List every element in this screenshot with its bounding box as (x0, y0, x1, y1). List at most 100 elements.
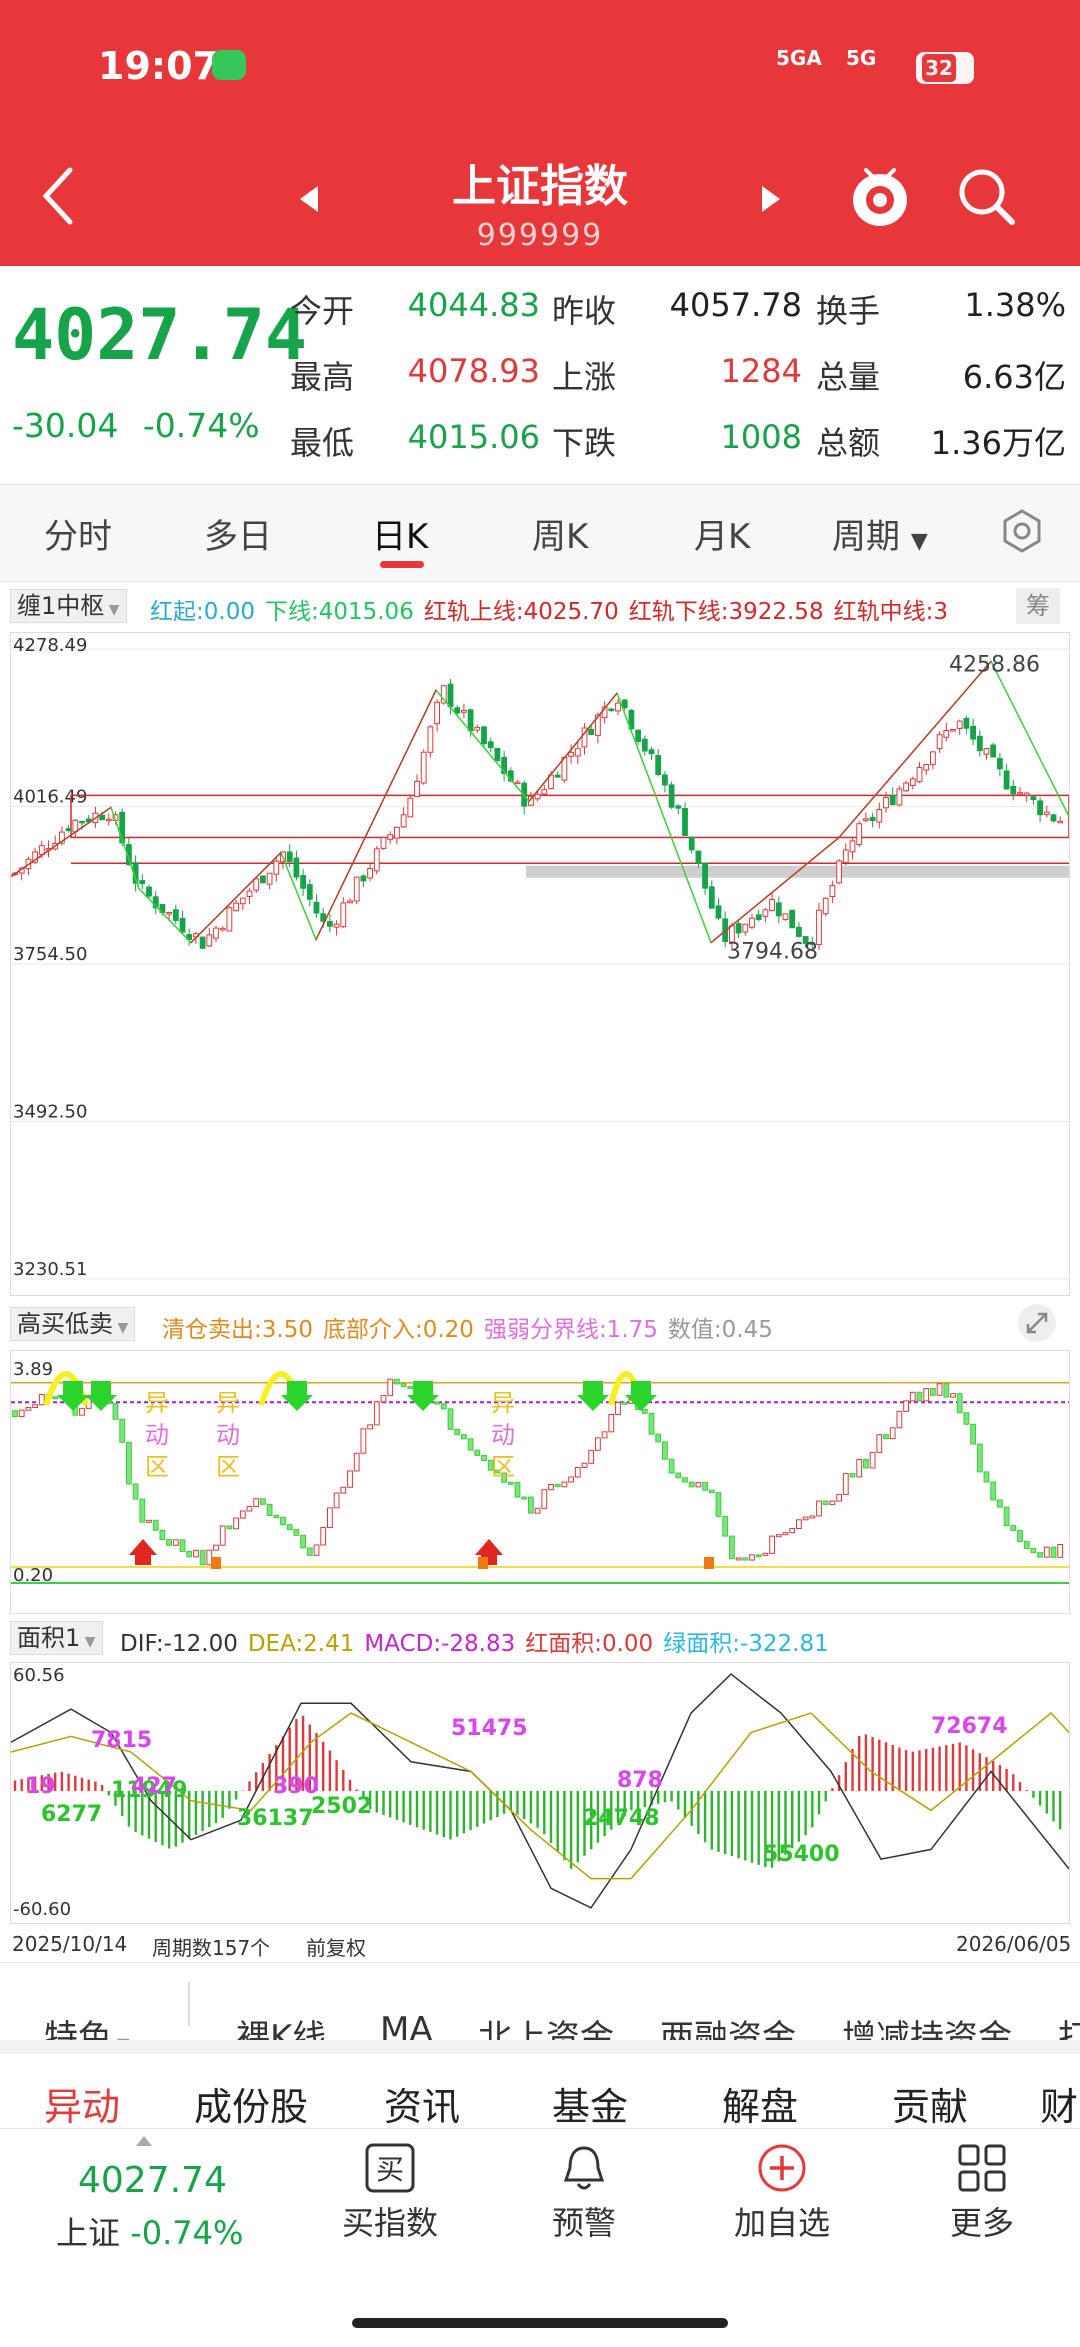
change-value: -30.04 (12, 406, 119, 445)
battery-level: 32 (922, 54, 956, 82)
tab-duori[interactable]: 多日 (204, 509, 272, 558)
ind2-bar (293, 1529, 300, 1536)
ind2-bar (367, 1424, 374, 1430)
area-label: 427 (131, 1774, 177, 1799)
expand-icon[interactable] (1014, 1302, 1060, 1344)
area-label: 6277 (41, 1802, 102, 1827)
ind2-bar (286, 1524, 293, 1531)
buy-marker (211, 1557, 221, 1569)
search-icon[interactable] (956, 166, 1018, 228)
detail-tab-yidong[interactable]: 异动 (44, 2076, 120, 2131)
detail-tab-zixun[interactable]: 资讯 (384, 2076, 460, 2131)
candle-body (856, 823, 863, 845)
chan-stroke-red (838, 660, 992, 838)
quote-value: 6.63亿 (962, 358, 1066, 396)
kline-chart[interactable]: 4278.49 4016.49 3754.50 3492.50 3230.51 4258.… (10, 632, 1070, 1296)
quote-label: 换手 (816, 292, 881, 330)
ind2-select[interactable]: 高买低卖 ▼ (10, 1307, 136, 1341)
sell-arrow-icon (281, 1381, 313, 1411)
main-indicator-select[interactable]: 缠1中枢 ▼ (10, 589, 127, 623)
caret-down-icon: ▼ (910, 529, 928, 554)
detail-tab-gongxian[interactable]: 贡献 (892, 2076, 968, 2131)
ind2-bar (970, 1423, 977, 1445)
signal-5ga-icon: 5GA (776, 46, 822, 70)
ind2-bar (963, 1412, 970, 1425)
wechat-icon (212, 50, 246, 80)
assistant-icon[interactable] (848, 160, 912, 230)
nav-more[interactable]: 更多 (922, 2142, 1042, 2244)
tab-zhouqi[interactable]: 周期 ▼ (832, 509, 928, 558)
candle-body (286, 851, 293, 862)
nav-buy-index[interactable]: 买 买指数 (330, 2142, 450, 2244)
tab-fenshi[interactable]: 分时 (44, 509, 112, 558)
ind2-bar (729, 1535, 735, 1560)
buy-icon: 买 (365, 2143, 415, 2193)
tab-yuek[interactable]: 月K (694, 509, 750, 558)
nav-price[interactable]: 4027.74 (78, 2160, 227, 2201)
buy-arrow-icon (129, 1539, 157, 1565)
candle-body (635, 729, 642, 742)
area-label: 55400 (763, 1842, 840, 1867)
nav-alert[interactable]: 预警 (524, 2142, 644, 2244)
low-price-label: 3794.68 (727, 939, 818, 964)
ind2-bar (916, 1391, 923, 1402)
indicator-value: 红轨下线:3922.58 (628, 599, 824, 625)
nav-add-watchlist[interactable]: 加自选 (722, 2142, 842, 2244)
next-stock-icon[interactable] (758, 184, 782, 214)
section-gap (0, 2040, 1080, 2054)
candle-body (615, 702, 621, 712)
ind2-bar (226, 1525, 233, 1530)
ind2-bar (588, 1449, 595, 1464)
ind2-bar (206, 1549, 213, 1566)
candle-body (541, 789, 548, 795)
nav-alert-label: 预警 (551, 2204, 616, 2242)
candle-body (909, 778, 916, 786)
sell-arrow-icon (625, 1381, 657, 1411)
detail-tab-chengfen[interactable]: 成份股 (194, 2076, 308, 2131)
ind2-bar (648, 1412, 655, 1435)
candle-body (983, 748, 990, 755)
candle-body (950, 729, 956, 732)
ind2-bar (688, 1481, 695, 1488)
settings-icon[interactable] (998, 507, 1046, 555)
ind2-bar (682, 1477, 688, 1483)
quote-label: 上涨 (552, 358, 617, 396)
candle-body (883, 797, 889, 809)
macd-chart[interactable]: 60.56-60.60781519627711949427 39036137250… (10, 1662, 1070, 1924)
candle-body (481, 726, 487, 745)
candle-body (166, 911, 172, 915)
ind2-bar (186, 1550, 193, 1558)
battery-icon: 32 (916, 52, 974, 84)
ind2-bar (434, 1401, 441, 1405)
detail-tab-jiepan[interactable]: 解盘 (722, 2076, 798, 2131)
candle-body (735, 923, 742, 934)
detail-tab-jijin[interactable]: 基金 (552, 2076, 628, 2131)
ind2-bar (172, 1539, 179, 1546)
tab-zhouk[interactable]: 周K (532, 509, 588, 558)
ind2-axis-bottom: 0.20 (13, 1565, 53, 1586)
area-label: 24748 (583, 1806, 660, 1831)
tab-rik[interactable]: 日K (372, 509, 428, 558)
price-change: -30.04 -0.74% (12, 406, 260, 445)
detail-tab-more[interactable]: 财 (1040, 2076, 1078, 2131)
ind2-bar (12, 1410, 18, 1418)
candle-body (796, 926, 802, 937)
ind2-chart[interactable]: 3.89 0.20 异动区 异动区 异动区 (10, 1350, 1070, 1614)
candle-body (313, 901, 320, 914)
ind3-select[interactable]: 面积1 ▼ (10, 1621, 103, 1655)
ind2-bar (447, 1408, 454, 1430)
quote-value: 1.38% (964, 286, 1066, 324)
zone-label: 区 (145, 1453, 169, 1481)
zone-label: 异 (216, 1389, 240, 1417)
chip-button[interactable]: 筹 (1016, 588, 1060, 624)
candle-body (742, 923, 749, 933)
candle-body (179, 917, 186, 933)
nav-index-change[interactable]: 上证 -0.74% (56, 2208, 243, 2254)
ind2-bar (387, 1378, 394, 1397)
candle-body (1003, 770, 1010, 790)
ind2-bar (581, 1462, 588, 1469)
nav-add-label: 加自选 (733, 2204, 830, 2242)
quote-value: 1284 (720, 352, 802, 390)
ind2-bar (507, 1481, 514, 1485)
candle-body (373, 848, 380, 872)
